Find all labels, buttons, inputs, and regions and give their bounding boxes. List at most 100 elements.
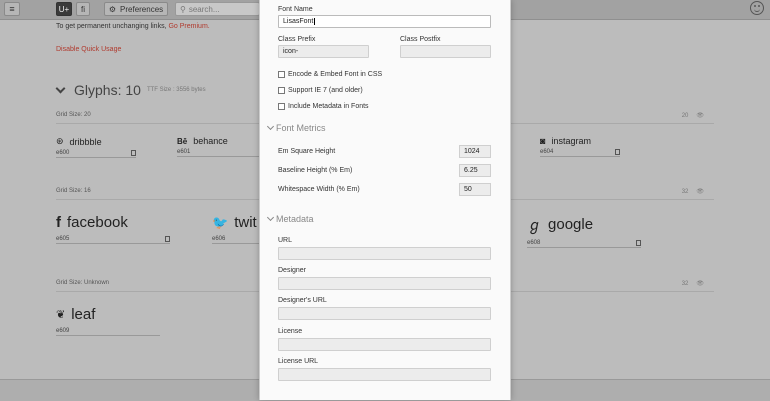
glyph-code: e604 bbox=[540, 149, 554, 155]
eye-icon[interactable]: 👁 bbox=[696, 188, 704, 195]
preferences-panel: Font Name LisasFont Class Prefix icon- C… bbox=[259, 0, 511, 400]
chevron-down-icon[interactable] bbox=[55, 83, 66, 93]
license-label: License bbox=[278, 328, 303, 335]
font-name-label: Font Name bbox=[278, 6, 313, 13]
grid-size-control[interactable]: 32 👁 bbox=[681, 188, 704, 196]
glyph-preview bbox=[165, 236, 170, 242]
class-prefix-label: Class Prefix bbox=[278, 36, 316, 43]
url-label: URL bbox=[278, 237, 293, 244]
designer-url-input[interactable] bbox=[278, 307, 491, 320]
checkbox-box[interactable] bbox=[278, 103, 285, 110]
search-icon: ⚲ bbox=[180, 4, 186, 14]
em-square-height-label: Em Square Height bbox=[278, 148, 336, 155]
class-postfix-input[interactable] bbox=[400, 45, 491, 58]
glyph-name: facebook bbox=[67, 214, 128, 231]
whitespace-width-label: Whitespace Width (% Em) bbox=[278, 186, 360, 193]
glyph-name: instagram bbox=[551, 136, 591, 146]
font-metrics-section-toggle[interactable]: Font Metrics bbox=[266, 122, 326, 133]
glyph-name: twit bbox=[234, 214, 257, 231]
glyph-preview bbox=[615, 149, 620, 155]
metadata-section-toggle[interactable]: Metadata bbox=[266, 213, 314, 224]
ligature-toggle[interactable]: fi bbox=[76, 2, 90, 16]
account-smiley-icon[interactable] bbox=[750, 1, 764, 15]
glyph-item[interactable]: ⊛ dribbble e600 bbox=[56, 136, 136, 158]
search-placeholder: search... bbox=[188, 4, 220, 14]
gear-icon: ⚙ bbox=[108, 4, 117, 14]
glyphs-header: Glyphs: 10 TTF Size : 3556 bytes bbox=[55, 82, 206, 98]
ttf-size: TTF Size : 3556 bytes bbox=[146, 87, 206, 93]
class-prefix-input[interactable]: icon- bbox=[278, 45, 369, 58]
glyph-code: e601 bbox=[177, 149, 191, 155]
glyph-item[interactable]: Bē behance e601 bbox=[177, 136, 259, 157]
checkbox-label: Support IE 7 (and older) bbox=[288, 87, 363, 94]
glyph-code: e605 bbox=[56, 236, 70, 242]
designer-input[interactable] bbox=[278, 277, 491, 290]
glyph-item[interactable]: 🐦 twit e606 bbox=[212, 214, 259, 244]
font-metrics-title: Font Metrics bbox=[276, 123, 326, 133]
checkbox-label: Encode & Embed Font in CSS bbox=[288, 71, 383, 78]
glyph-preview bbox=[131, 150, 136, 156]
grid-size-control[interactable]: 32 👁 bbox=[681, 280, 704, 288]
eye-icon[interactable]: 👁 bbox=[696, 280, 704, 287]
glyph-code: e606 bbox=[212, 236, 226, 242]
hamburger-icon: ≡ bbox=[9, 4, 15, 14]
premium-notice: To get permanent unchanging links, Go Pr… bbox=[56, 23, 210, 30]
go-premium-link[interactable]: Go Premium. bbox=[168, 23, 209, 30]
url-input[interactable] bbox=[278, 247, 491, 260]
font-name-value: LisasFont bbox=[283, 18, 314, 25]
search-input[interactable]: ⚲ search... bbox=[175, 2, 260, 16]
checkbox-box[interactable] bbox=[278, 71, 285, 78]
glyph-item[interactable]: ℊ google e608 bbox=[527, 214, 641, 248]
glyph-code: e600 bbox=[56, 150, 70, 156]
class-postfix-label: Class Postfix bbox=[400, 36, 441, 43]
twitter-icon: 🐦 bbox=[212, 214, 229, 230]
glyph-item[interactable]: f facebook e605 bbox=[56, 214, 170, 244]
glyph-code: e608 bbox=[527, 240, 541, 246]
grid-size-value: 32 bbox=[681, 188, 689, 195]
google-icon: ℊ bbox=[527, 217, 543, 234]
instagram-icon: ◙ bbox=[540, 136, 546, 146]
preferences-button[interactable]: ⚙ Preferences bbox=[104, 2, 168, 16]
eye-icon[interactable]: 👁 bbox=[696, 112, 704, 119]
checkbox-label: Include Metadata in Fonts bbox=[288, 103, 369, 110]
glyph-name: google bbox=[548, 216, 594, 233]
unicode-toggle[interactable]: U+ bbox=[56, 2, 72, 16]
designer-label: Designer bbox=[278, 267, 307, 274]
license-url-label: License URL bbox=[278, 358, 319, 365]
baseline-height-label: Baseline Height (% Em) bbox=[278, 167, 353, 174]
glyph-name: behance bbox=[193, 136, 228, 146]
glyph-item[interactable]: ❦ leaf e609 bbox=[56, 306, 160, 336]
dribbble-icon: ⊛ bbox=[56, 136, 64, 146]
behance-icon: Bē bbox=[177, 136, 188, 146]
support-ie7-checkbox[interactable]: Support IE 7 (and older) bbox=[278, 87, 363, 94]
glyph-item[interactable]: ◙ instagram e604 bbox=[540, 136, 620, 157]
glyph-name: dribbble bbox=[69, 136, 102, 147]
leaf-icon: ❦ bbox=[56, 309, 66, 321]
license-url-input[interactable] bbox=[278, 368, 491, 381]
designer-url-label: Designer's URL bbox=[278, 297, 327, 304]
disable-quick-usage-link[interactable]: Disable Quick Usage bbox=[56, 46, 121, 53]
embed-font-checkbox[interactable]: Encode & Embed Font in CSS bbox=[278, 71, 382, 78]
license-input[interactable] bbox=[278, 338, 491, 351]
grid-size-value: 32 bbox=[681, 280, 689, 287]
include-metadata-checkbox[interactable]: Include Metadata in Fonts bbox=[278, 103, 369, 110]
metadata-title: Metadata bbox=[276, 214, 314, 224]
em-square-height-input[interactable]: 1024 bbox=[459, 145, 491, 158]
preferences-label: Preferences bbox=[120, 4, 164, 14]
font-name-input[interactable]: LisasFont bbox=[278, 15, 491, 28]
grid-size-control[interactable]: 20 👁 bbox=[682, 112, 704, 120]
whitespace-width-input[interactable]: 50 bbox=[459, 183, 491, 196]
grid-size-label: Grid Size: Unknown bbox=[56, 280, 110, 286]
checkbox-box[interactable] bbox=[278, 87, 285, 94]
chevron-down-icon bbox=[266, 213, 275, 222]
glyph-code: e609 bbox=[56, 328, 70, 334]
glyph-name: leaf bbox=[71, 306, 96, 323]
menu-button[interactable]: ≡ bbox=[4, 2, 20, 16]
glyph-preview bbox=[636, 240, 641, 246]
glyphs-title: Glyphs: 10 bbox=[74, 82, 141, 98]
baseline-height-input[interactable]: 6.25 bbox=[459, 164, 491, 177]
notice-text: To get permanent unchanging links, bbox=[56, 23, 167, 30]
grid-size-label: Grid Size: 16 bbox=[56, 188, 91, 194]
chevron-down-icon bbox=[266, 122, 275, 131]
facebook-icon: f bbox=[56, 214, 61, 231]
